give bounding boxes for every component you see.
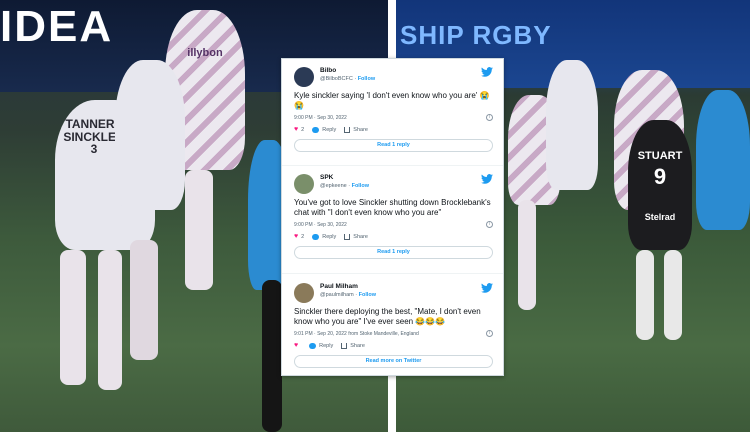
share-icon — [341, 342, 348, 349]
twitter-bird-icon[interactable] — [481, 67, 493, 77]
referee-sponsor-print: Stelrad — [644, 212, 676, 222]
read-more-on-twitter-button[interactable]: Read more on Twitter — [294, 355, 493, 368]
read-replies-button[interactable]: Read 1 reply — [294, 246, 493, 259]
referee-number-print: 9 — [653, 164, 667, 189]
tweet-timestamp[interactable]: 9:01 PM · Sep 20, 2022 from Stoke Mandev… — [294, 331, 419, 337]
avatar[interactable] — [294, 67, 314, 87]
player-white — [546, 60, 598, 190]
tweet-timestamp[interactable]: 9:00 PM · Sep 30, 2022 — [294, 115, 347, 121]
like-button[interactable]: ♥ 2 — [294, 126, 304, 133]
tweet-author-name[interactable]: Paul Milham — [320, 283, 358, 290]
referee-name-print: STUART — [637, 150, 683, 162]
info-icon[interactable]: i — [486, 221, 493, 228]
player-leg — [60, 250, 86, 385]
referee-right — [696, 90, 750, 230]
referee-leg — [664, 250, 682, 340]
tweet-text: Sinckler there deploying the best, "Mate… — [294, 307, 481, 326]
share-button[interactable]: Share — [344, 233, 368, 240]
follow-button[interactable]: Follow — [359, 292, 376, 298]
tweet-timestamp[interactable]: 9:00 PM · Sep 30, 2022 — [294, 222, 347, 228]
twitter-bird-icon[interactable] — [481, 174, 493, 184]
player-leg — [98, 250, 122, 390]
tweet-3: Paul Milham @paulmilham · Follow Sinckle… — [282, 281, 503, 368]
tweet-author-name[interactable]: SPK — [320, 174, 333, 181]
like-button[interactable]: ♥ 2 — [294, 233, 304, 240]
avatar[interactable] — [294, 283, 314, 303]
player-leg — [185, 170, 213, 290]
tweet-divider — [282, 165, 503, 166]
referee-leg — [262, 280, 282, 432]
player-middle — [115, 60, 185, 210]
share-label: Share — [353, 126, 368, 133]
reply-bubble-icon — [312, 233, 320, 240]
share-label: Share — [350, 342, 365, 349]
tweet-author-name[interactable]: Bilbo — [320, 67, 336, 74]
tweet-text: You've got to love Sinckler shutting dow… — [294, 198, 491, 217]
reply-button[interactable]: Reply — [312, 126, 337, 133]
composite-image: IDEA TANNERS SINCKLER 3 illybon SHIP RGB… — [0, 0, 750, 432]
info-icon[interactable]: i — [486, 114, 493, 121]
reply-bubble-icon — [312, 126, 320, 133]
tweet-2: SPK @epkeene · Follow You've got to love… — [282, 172, 503, 259]
share-icon — [344, 233, 351, 240]
reply-button[interactable]: Reply — [309, 342, 334, 349]
banner-text-left: IDEA — [0, 2, 114, 51]
tweet-author-handle[interactable]: @epkeene — [320, 183, 347, 189]
read-replies-button[interactable]: Read 1 reply — [294, 139, 493, 152]
tweet-1: Bilbo @BilboBCFC · Follow Kyle sinckler … — [282, 65, 503, 152]
reply-label: Reply — [319, 342, 334, 349]
share-icon — [344, 126, 351, 133]
tweet-embed-card: Bilbo @BilboBCFC · Follow Kyle sinckler … — [281, 58, 504, 376]
heart-icon: ♥ — [294, 342, 299, 349]
heart-icon: ♥ — [294, 233, 299, 240]
banner-text-right: SHIP RGBY — [400, 20, 552, 50]
avatar[interactable] — [294, 174, 314, 194]
heart-icon: ♥ — [294, 126, 299, 133]
tweet-author-handle[interactable]: @paulmilham — [320, 292, 354, 298]
share-button[interactable]: Share — [344, 126, 368, 133]
follow-button[interactable]: Follow — [352, 183, 369, 189]
shirt-sponsor-print: illybon — [187, 47, 223, 59]
referee-leg — [636, 250, 654, 340]
reply-bubble-icon — [309, 342, 317, 349]
tweet-author-handle[interactable]: @BilboBCFC — [320, 76, 353, 82]
info-icon[interactable]: i — [486, 330, 493, 337]
share-button[interactable]: Share — [341, 342, 365, 349]
player-leg — [130, 240, 158, 360]
like-count: 2 — [301, 126, 305, 133]
share-label: Share — [353, 233, 368, 240]
like-button[interactable]: ♥ — [294, 342, 301, 349]
reply-label: Reply — [322, 233, 337, 240]
tweet-divider — [282, 273, 503, 274]
reply-button[interactable]: Reply — [312, 233, 337, 240]
like-count: 2 — [301, 233, 305, 240]
player-leg — [518, 200, 536, 310]
reply-label: Reply — [322, 126, 337, 133]
tweet-text: Kyle sinckler saying 'I don't even know … — [294, 91, 490, 110]
twitter-bird-icon[interactable] — [481, 283, 493, 293]
follow-button[interactable]: Follow — [358, 76, 375, 82]
